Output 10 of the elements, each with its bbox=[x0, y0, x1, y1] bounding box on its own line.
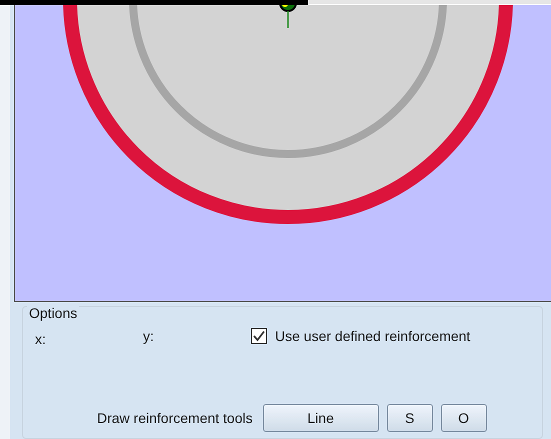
x-label: x: bbox=[35, 330, 47, 348]
options-group-title: Options bbox=[27, 305, 80, 321]
reinforcement-checkbox[interactable]: Use user defined reinforcement bbox=[251, 326, 470, 346]
checkmark-icon bbox=[253, 330, 265, 342]
y-label: y: bbox=[143, 326, 155, 346]
reinforcement-bar-icon bbox=[279, 5, 297, 28]
tool-button[interactable]: S bbox=[386, 404, 433, 432]
tool-button[interactable]: Line bbox=[262, 404, 379, 432]
tool-button[interactable]: O bbox=[440, 404, 487, 432]
tools-label: Draw reinforcement tools bbox=[97, 408, 253, 428]
